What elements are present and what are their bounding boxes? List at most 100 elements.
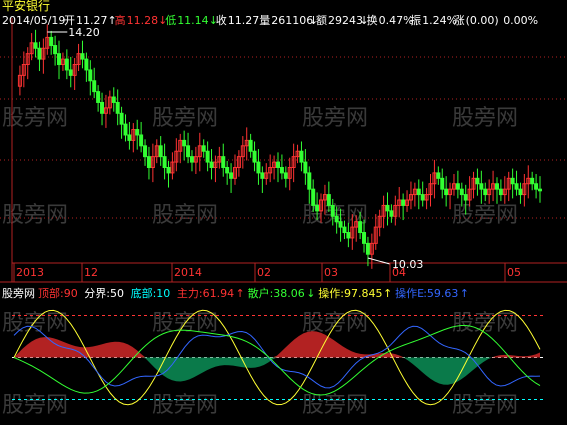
time-axis-label: 2014 [174, 266, 202, 279]
candle-body [440, 177, 445, 190]
candle-body [123, 123, 128, 136]
candle-body [483, 188, 488, 196]
candle-body [276, 161, 280, 168]
candle-body [88, 69, 93, 82]
indicator-label: 操作 [318, 286, 340, 300]
watermark-text: 股旁网 [452, 311, 518, 336]
candle-body [346, 232, 351, 239]
candle-body [256, 161, 261, 174]
candle-body [201, 145, 206, 152]
indicator-label: 分界 [84, 287, 106, 300]
candle-body [307, 172, 312, 190]
time-axis-label: 02 [257, 266, 271, 279]
indicator-label: 底部 [131, 286, 153, 300]
candle-body [311, 188, 316, 206]
candle-body [111, 96, 116, 103]
chart-window: 股旁网 股旁网 股旁网 股旁网 股旁网 股旁网 股旁网 股旁网 股旁网 股旁网 股旁网 股旁网 股旁网股… [0, 0, 567, 425]
candle-body [53, 45, 58, 55]
time-axis-label: 03 [324, 266, 338, 279]
candle-body [186, 145, 191, 158]
candle-body [57, 53, 62, 66]
amplitude-value: 1.24% [422, 14, 457, 27]
candle-body [326, 194, 331, 206]
candle-body [209, 161, 214, 168]
candle-body [518, 188, 523, 196]
candle-body [334, 215, 339, 223]
watermark-text: 股旁网 [2, 393, 68, 418]
candle-body [315, 204, 320, 212]
open-value: 11.27 [76, 14, 108, 27]
candle-body [84, 58, 89, 71]
indicator-label: 主力 [177, 287, 199, 300]
candle-body [143, 145, 148, 158]
candle-body [401, 199, 406, 206]
candle-body [444, 188, 449, 196]
candle-body [68, 69, 73, 76]
watermark-text: 股旁网 [452, 106, 518, 131]
watermark-text: 股旁网 [2, 311, 68, 336]
candle-body [385, 204, 390, 212]
candle-body [135, 129, 140, 136]
candle-body [514, 183, 519, 190]
candle-body [182, 139, 187, 147]
indicator-arrow: ↑ [236, 287, 245, 300]
candle-body [37, 47, 42, 60]
candle-body [538, 188, 542, 192]
change-pct-value: 0.00% [503, 14, 538, 27]
candle-body [530, 177, 535, 185]
high-label: 高 [115, 13, 126, 27]
candle-body [362, 232, 367, 244]
candle-body [416, 188, 421, 196]
time-axis-label: 04 [392, 266, 406, 279]
candle-body [498, 188, 503, 196]
time-axis-label: 05 [507, 266, 521, 279]
candle-body [139, 134, 144, 147]
candle-body [534, 183, 539, 190]
indicator-label: 操作E [395, 286, 424, 300]
candle-body [459, 188, 464, 196]
watermark-text: 股旁网 [302, 106, 368, 131]
stock-name: 平安银行 [2, 0, 50, 13]
indicator-value: :97.845 [340, 287, 382, 300]
indicator-value: :90 [60, 287, 78, 300]
indicator-value: :59.63 [423, 287, 458, 300]
candle-body [479, 183, 484, 190]
chart-canvas[interactable]: 股旁网 股旁网 股旁网 股旁网股旁网 股旁网 股旁网 股旁网股旁网 股旁网 股旁网 股旁网股旁网股… [0, 0, 567, 425]
candle-body [475, 177, 480, 185]
candle-body [463, 194, 468, 201]
candle-body [49, 36, 54, 47]
watermark-text: 股旁网 [152, 106, 218, 131]
watermark-text: 股旁网 [452, 203, 518, 228]
candle-body [330, 204, 335, 217]
candle-body [455, 183, 460, 190]
close-label: 收 [216, 13, 227, 27]
watermark-text: 股旁网 [302, 393, 368, 418]
date-value: 2014/05/19 [2, 14, 65, 27]
candle-body [389, 210, 394, 217]
indicator-title: 股旁网 [2, 286, 35, 300]
candle-body [127, 134, 132, 141]
candle-body [279, 166, 284, 174]
low-label: 低 [165, 14, 176, 27]
watermark-text: 股旁网 [152, 393, 218, 418]
candle-body [166, 166, 171, 174]
indicator-arrow: ↑ [460, 287, 469, 300]
candle-body [252, 150, 257, 163]
candle-body [365, 242, 370, 255]
candle-body [510, 177, 515, 185]
candle-body [221, 156, 226, 168]
candle-body [225, 166, 230, 174]
change-value: (0.00) [466, 14, 499, 27]
candle-body [64, 58, 69, 71]
candle-body [420, 194, 425, 201]
indicator-arrow: ↑ [383, 287, 392, 300]
candle-body [248, 139, 253, 152]
watermark-text: 股旁网 [152, 203, 218, 228]
indicator-label: 顶部 [38, 286, 60, 300]
turnover-label: 换 [367, 13, 378, 27]
candle-body [33, 42, 38, 49]
candle-body [283, 172, 288, 179]
volume-value: 261106 [271, 14, 313, 27]
indicator-label: 散户 [248, 286, 270, 300]
amount-value: 29243 [328, 14, 363, 27]
